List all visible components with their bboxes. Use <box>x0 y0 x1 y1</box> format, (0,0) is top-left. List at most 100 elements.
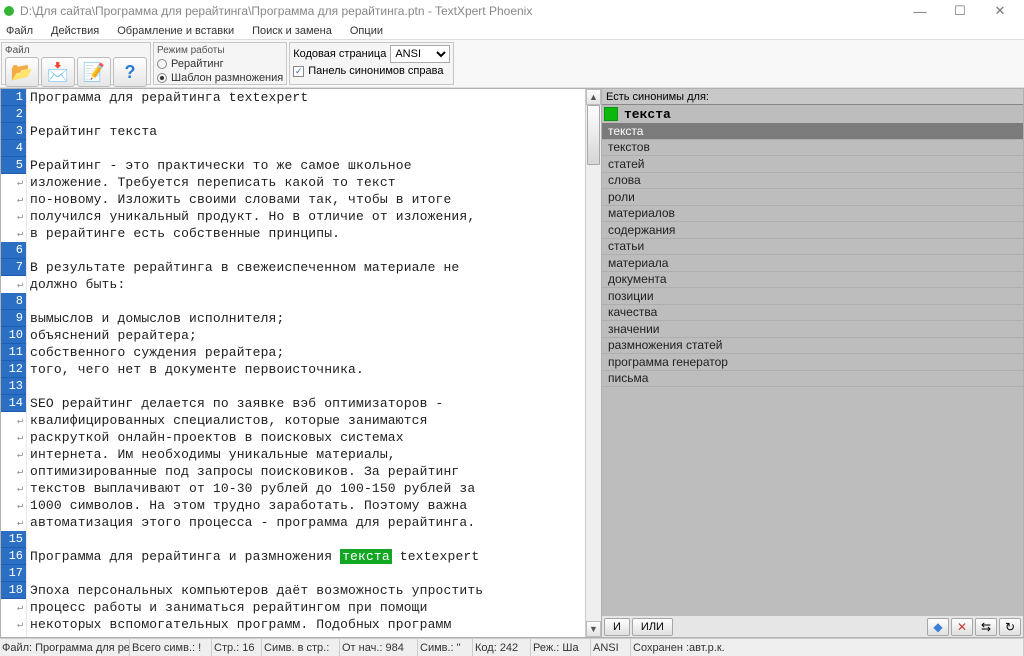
syn-and-button[interactable]: И <box>604 618 630 636</box>
status-total: Всего симв.: ! <box>130 639 212 656</box>
synonym-item[interactable]: письма <box>602 371 1023 388</box>
editor-line[interactable]: изложение. Требуется переписать какой то… <box>30 174 582 191</box>
editor-line[interactable]: автоматизация этого процесса - программа… <box>30 514 582 531</box>
line-number: ↵ <box>1 463 26 480</box>
mode-rewrite-radio[interactable]: Рерайтинг <box>157 58 283 70</box>
menu-frames[interactable]: Обрамление и вставки <box>115 24 236 38</box>
editor[interactable]: 12345↵↵↵↵67↵891011121314↵↵↵↵↵↵↵15161718↵… <box>0 88 602 638</box>
editor-line[interactable]: процесс работы и заниматься рерайтингом … <box>30 599 582 616</box>
editor-scrollbar[interactable]: ▲ ▼ <box>585 89 601 637</box>
editor-line[interactable]: по-новому. Изложить своими словами так, … <box>30 191 582 208</box>
maximize-button[interactable]: ☐ <box>940 0 980 22</box>
editor-line[interactable]: собственного суждения рерайтера; <box>30 344 582 361</box>
editor-line[interactable]: Программа для рерайтинга и размножения т… <box>30 548 582 565</box>
highlighted-word: текста <box>340 549 392 564</box>
synonym-item[interactable]: статьи <box>602 239 1023 256</box>
editor-line[interactable]: 1000 символов. На этом трудно заработать… <box>30 497 582 514</box>
editor-line[interactable]: получился уникальный продукт. Но в отлич… <box>30 208 582 225</box>
status-line: Стр.: 16 <box>212 639 262 656</box>
line-number: 6 <box>1 242 26 259</box>
editor-line[interactable]: объяснений рерайтера; <box>30 327 582 344</box>
textarea[interactable]: Программа для рерайтинга textexpert Рерай… <box>27 89 585 637</box>
menu-options[interactable]: Опции <box>348 24 385 38</box>
editor-line[interactable] <box>30 106 582 123</box>
line-number: 2 <box>1 106 26 123</box>
syn-right-checkbox[interactable]: ✓Панель синонимов справа <box>293 65 450 77</box>
line-number: ↵ <box>1 191 26 208</box>
synonym-list[interactable]: текстатекстовстатейсловаролиматериаловсо… <box>602 123 1023 615</box>
editor-line[interactable]: интернета. Им необходимы уникальные мате… <box>30 446 582 463</box>
line-number: 5 <box>1 157 26 174</box>
editor-line[interactable] <box>30 378 582 395</box>
app-icon <box>4 6 14 16</box>
line-number: 1 <box>1 89 26 106</box>
synonym-item[interactable]: содержания <box>602 222 1023 239</box>
editor-line[interactable]: должно быть: <box>30 276 582 293</box>
editor-line[interactable]: некоторых вспомогательных программ. Подо… <box>30 616 582 633</box>
synonym-panel: Есть синонимы для: текста текстатекстовс… <box>602 88 1024 638</box>
synonym-item[interactable]: текстов <box>602 140 1023 157</box>
syn-refresh-icon[interactable]: ↻ <box>999 618 1021 636</box>
line-number: ↵ <box>1 599 26 616</box>
editor-line[interactable] <box>30 242 582 259</box>
syn-swap-icon[interactable]: ⇆ <box>975 618 997 636</box>
synonym-item[interactable]: материала <box>602 255 1023 272</box>
editor-line[interactable]: Рерайтинг - это практически то же самое … <box>30 157 582 174</box>
syn-delete-icon[interactable]: ✕ <box>951 618 973 636</box>
scroll-thumb[interactable] <box>587 105 600 165</box>
syn-or-button[interactable]: ИЛИ <box>632 618 673 636</box>
close-button[interactable]: ✕ <box>980 0 1020 22</box>
editor-line[interactable]: оптимизированные под запросы поисковиков… <box>30 463 582 480</box>
line-number: 15 <box>1 531 26 548</box>
synonym-toolbar: И ИЛИ ◆ ✕ ⇆ ↻ <box>602 615 1023 637</box>
editor-line[interactable] <box>30 293 582 310</box>
line-number: ↵ <box>1 446 26 463</box>
editor-line[interactable]: текстов выплачивают от 10-30 рублей до 1… <box>30 480 582 497</box>
scroll-down-icon[interactable]: ▼ <box>586 621 601 637</box>
synonym-item[interactable]: статей <box>602 156 1023 173</box>
minimize-button[interactable]: — <box>900 0 940 22</box>
synonym-item[interactable]: позиции <box>602 288 1023 305</box>
toolbar-group-mode: Режим работы Рерайтинг Шаблон размножени… <box>153 42 287 85</box>
editor-line[interactable]: квалифицированных специалистов, которые … <box>30 412 582 429</box>
synonym-item[interactable]: слова <box>602 173 1023 190</box>
line-number: 14 <box>1 395 26 412</box>
save-button[interactable]: 📩 <box>41 57 75 87</box>
editor-line[interactable]: SEO рерайтинг делается по заявке вэб опт… <box>30 395 582 412</box>
synonym-item[interactable]: материалов <box>602 206 1023 223</box>
synonym-item[interactable]: роли <box>602 189 1023 206</box>
open-button[interactable]: 📂 <box>5 57 39 87</box>
menu-search[interactable]: Поиск и замена <box>250 24 334 38</box>
edit-button[interactable]: 📝 <box>77 57 111 87</box>
toolbar-group-file-label: Файл <box>5 45 147 56</box>
status-ansi: ANSI <box>591 639 631 656</box>
editor-line[interactable]: В результате рерайтинга в свежеиспеченно… <box>30 259 582 276</box>
syn-flag-icon[interactable]: ◆ <box>927 618 949 636</box>
synonym-item[interactable]: размножения статей <box>602 338 1023 355</box>
editor-line[interactable]: Рерайтинг текста <box>30 123 582 140</box>
gutter: 12345↵↵↵↵67↵891011121314↵↵↵↵↵↵↵15161718↵… <box>1 89 27 637</box>
codepage-select[interactable]: ANSI <box>390 45 450 63</box>
editor-line[interactable] <box>30 565 582 582</box>
synonym-item[interactable]: документа <box>602 272 1023 289</box>
menu-file[interactable]: Файл <box>4 24 35 38</box>
editor-line[interactable]: вымыслов и домыслов исполнителя; <box>30 310 582 327</box>
line-number: ↵ <box>1 514 26 531</box>
editor-line[interactable]: того, чего нет в документе первоисточник… <box>30 361 582 378</box>
scroll-up-icon[interactable]: ▲ <box>586 89 601 105</box>
editor-line[interactable] <box>30 531 582 548</box>
toolbar-group-mode-label: Режим работы <box>157 45 283 56</box>
synonym-item[interactable]: программа генератор <box>602 354 1023 371</box>
editor-line[interactable]: Эпоха персональных компьютеров даёт возм… <box>30 582 582 599</box>
editor-line[interactable] <box>30 140 582 157</box>
editor-line[interactable]: Программа для рерайтинга textexpert <box>30 89 582 106</box>
synonym-item[interactable]: значении <box>602 321 1023 338</box>
menu-actions[interactable]: Действия <box>49 24 101 38</box>
line-number: 8 <box>1 293 26 310</box>
editor-line[interactable]: в рерайтинге есть собственные принципы. <box>30 225 582 242</box>
mode-mult-radio[interactable]: Шаблон размножения <box>157 72 283 84</box>
synonym-item[interactable]: текста <box>602 123 1023 140</box>
editor-line[interactable]: раскруткой онлайн-проектов в поисковых с… <box>30 429 582 446</box>
synonym-item[interactable]: качества <box>602 305 1023 322</box>
help-button[interactable]: ? <box>113 57 147 87</box>
